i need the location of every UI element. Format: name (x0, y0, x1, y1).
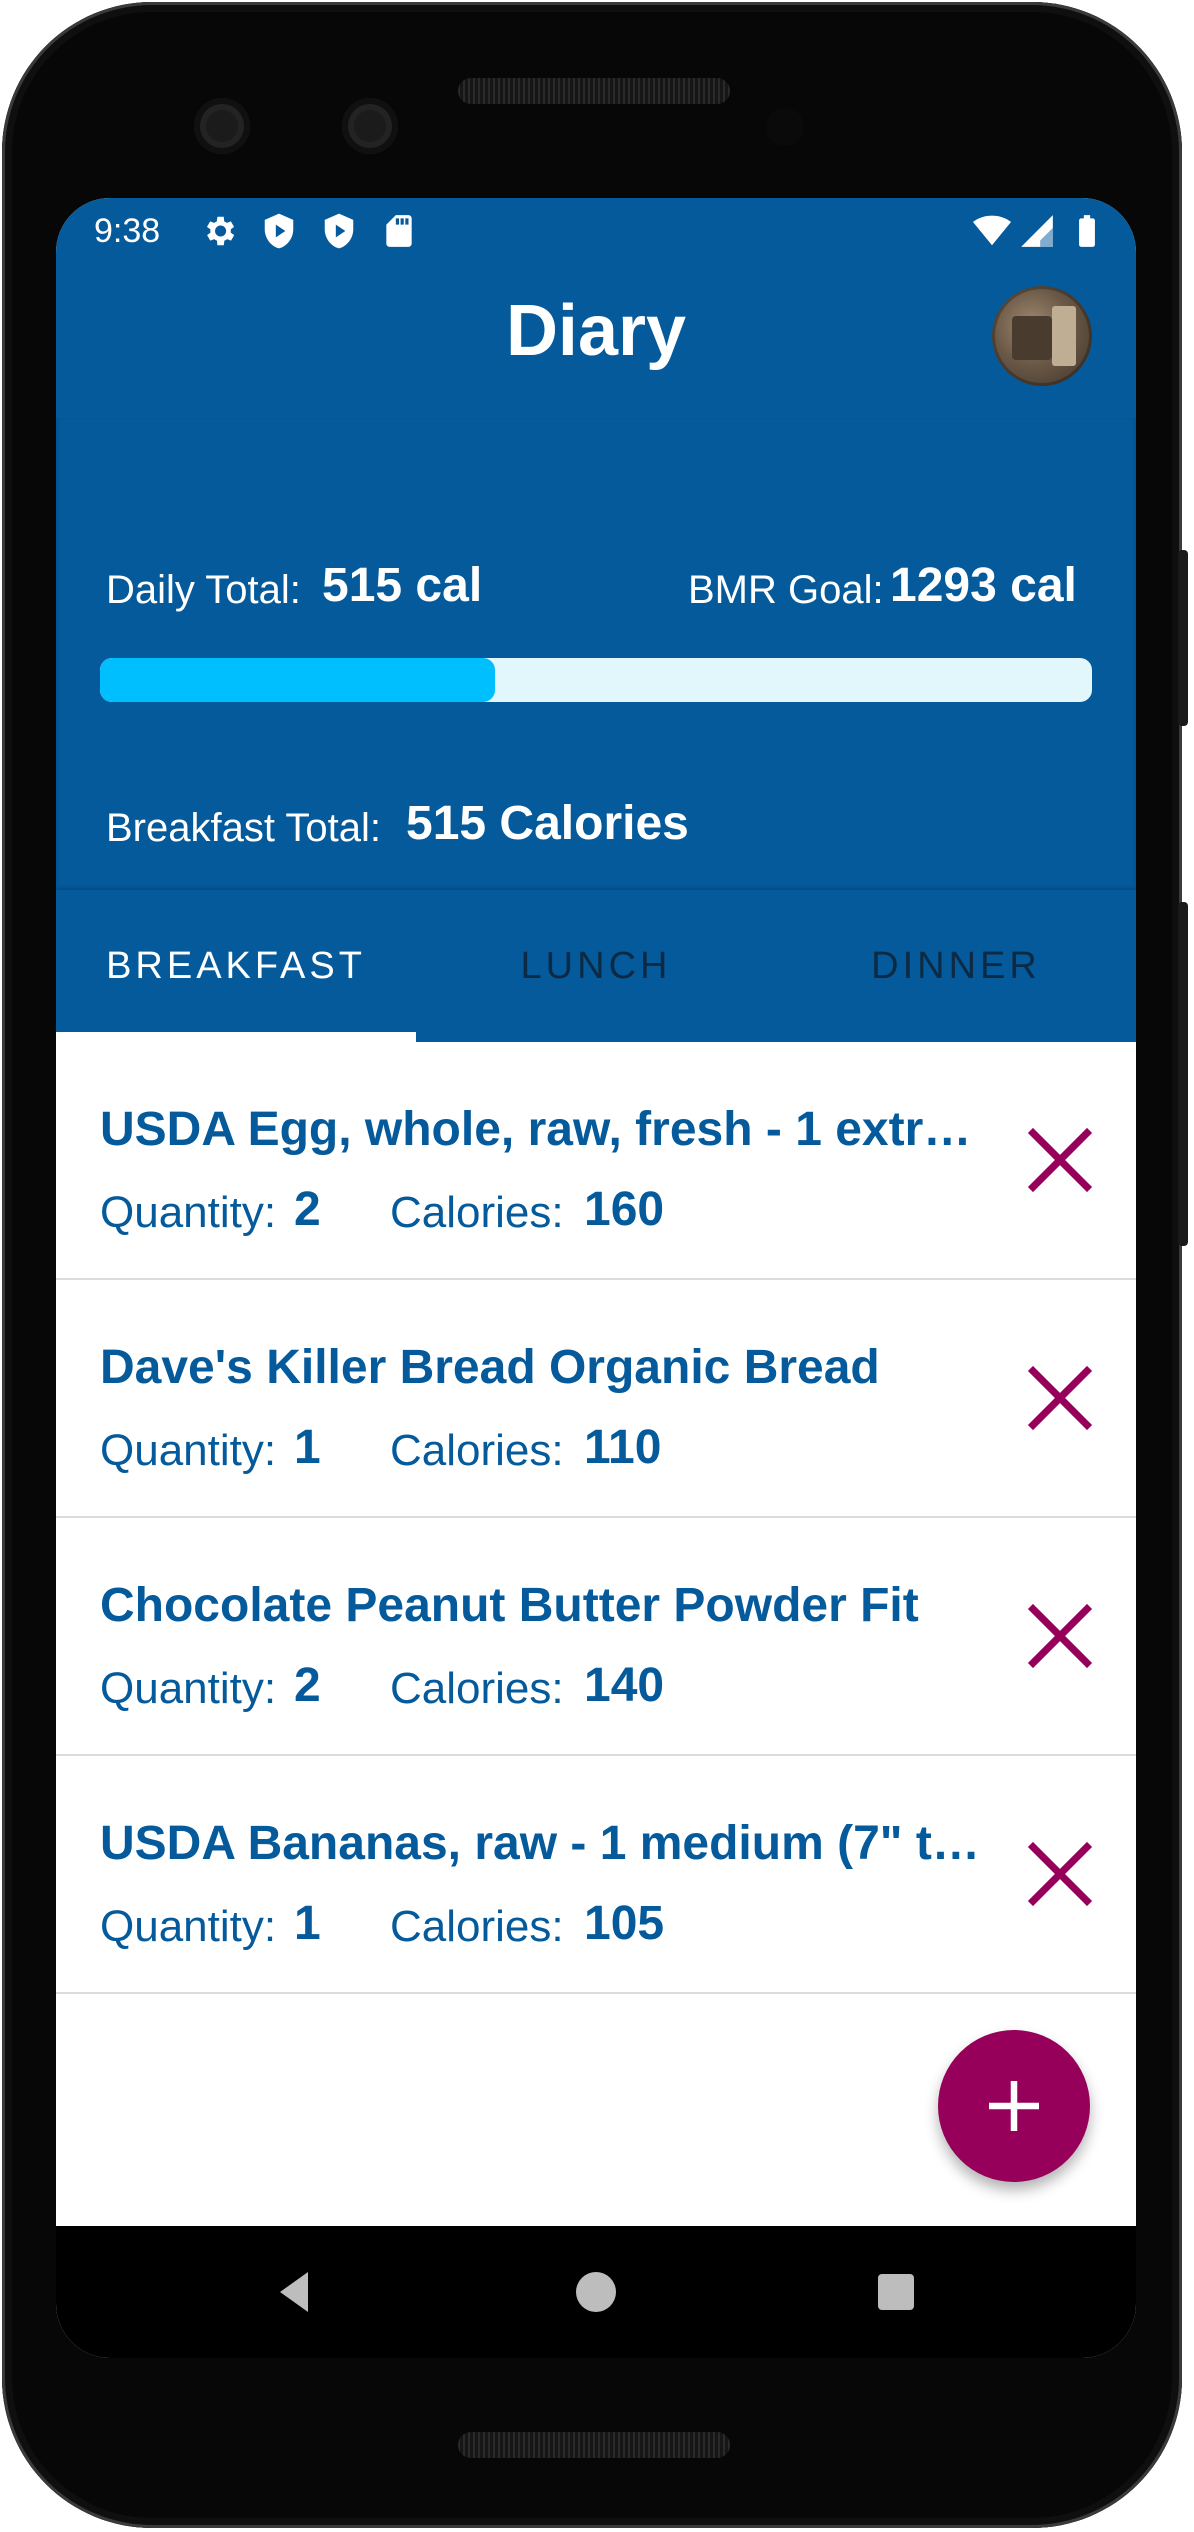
meal-total-value: 515 Calories (406, 797, 689, 850)
back-icon[interactable] (272, 2268, 320, 2316)
meal-tabs: BREAKFAST LUNCH DINNER (56, 890, 1136, 1042)
status-time: 9:38 (94, 212, 161, 250)
shield-play-icon (324, 213, 354, 249)
volume-button (1178, 902, 1188, 1246)
quantity-label: Quantity: (100, 1188, 277, 1237)
quantity-value: 2 (294, 1659, 321, 1712)
calories-value: 105 (584, 1897, 665, 1950)
calories-label: Calories: (390, 1426, 564, 1475)
settings-icon (206, 216, 235, 246)
front-camera-secondary (342, 98, 398, 154)
bmr-goal-label: BMR Goal: (688, 568, 884, 612)
quantity-label: Quantity: (100, 1426, 277, 1475)
meal-total-label: Breakfast Total: (106, 806, 381, 850)
proximity-sensor (766, 108, 804, 146)
calorie-progress-fill (100, 658, 495, 702)
sd-card-icon (386, 215, 412, 247)
calories-value: 110 (584, 1421, 662, 1474)
active-tab-indicator (56, 1032, 416, 1042)
calorie-summary: Daily Total: 515 cal BMR Goal: 1293 cal … (56, 418, 1136, 890)
delete-icon[interactable] (1024, 1838, 1096, 1910)
status-bar: 9:38 (56, 198, 1136, 266)
list-item[interactable]: USDA Egg, whole, raw, fresh - 1 extra la… (56, 1042, 1136, 1280)
page-title: Diary (505, 291, 687, 371)
quantity-label: Quantity: (100, 1664, 277, 1713)
plus-icon (989, 2081, 1039, 2131)
app-screen: 9:38 Diary Daily Total: 515 cal BMR Goal… (56, 198, 1136, 2358)
app-bar: Diary (56, 266, 1136, 418)
recents-icon[interactable] (872, 2268, 920, 2316)
shield-play-icon (264, 213, 294, 249)
food-name: Dave's Killer Bread Organic Bread (100, 1341, 880, 1394)
list-item[interactable]: Chocolate Peanut Butter Powder Fit Quant… (56, 1518, 1136, 1756)
signal-icon (1021, 215, 1053, 247)
food-name: USDA Bananas, raw - 1 medium (7" to 7-7/… (100, 1817, 980, 1870)
calories-label: Calories: (390, 1188, 564, 1237)
quantity-value: 1 (294, 1897, 321, 1950)
calorie-progress-bar (100, 658, 1092, 702)
bottom-speaker (458, 2432, 730, 2458)
food-name: USDA Egg, whole, raw, fresh - 1 extra la… (100, 1103, 980, 1156)
list-item[interactable]: USDA Bananas, raw - 1 medium (7" to 7-7/… (56, 1756, 1136, 1994)
calories-value: 160 (584, 1183, 665, 1236)
add-food-button[interactable] (938, 2030, 1090, 2182)
delete-icon[interactable] (1024, 1362, 1096, 1434)
delete-icon[interactable] (1024, 1600, 1096, 1672)
tab-lunch[interactable]: LUNCH (416, 890, 776, 1042)
quantity-label: Quantity: (100, 1902, 277, 1951)
daily-total-value: 515 cal (322, 559, 483, 612)
quantity-value: 1 (294, 1421, 321, 1474)
earpiece-speaker (458, 78, 730, 104)
front-camera (194, 98, 250, 154)
calories-label: Calories: (390, 1664, 564, 1713)
calories-value: 140 (584, 1659, 665, 1712)
bmr-goal-value: 1293 cal (890, 559, 1077, 612)
system-nav-bar (56, 2226, 1136, 2358)
delete-icon[interactable] (1024, 1124, 1096, 1196)
daily-total-label: Daily Total: (106, 568, 301, 612)
profile-avatar[interactable] (992, 286, 1092, 386)
phone-frame: 9:38 Diary Daily Total: 515 cal BMR Goal… (2, 2, 1188, 2528)
wifi-icon (973, 215, 1011, 246)
tab-breakfast[interactable]: BREAKFAST (56, 890, 416, 1042)
quantity-value: 2 (294, 1183, 321, 1236)
home-icon[interactable] (572, 2268, 620, 2316)
tab-dinner[interactable]: DINNER (776, 890, 1136, 1042)
battery-icon (1079, 215, 1095, 247)
calories-label: Calories: (390, 1902, 564, 1951)
power-button (1178, 550, 1188, 726)
food-name: Chocolate Peanut Butter Powder Fit (100, 1579, 919, 1632)
list-item[interactable]: Dave's Killer Bread Organic Bread Quanti… (56, 1280, 1136, 1518)
